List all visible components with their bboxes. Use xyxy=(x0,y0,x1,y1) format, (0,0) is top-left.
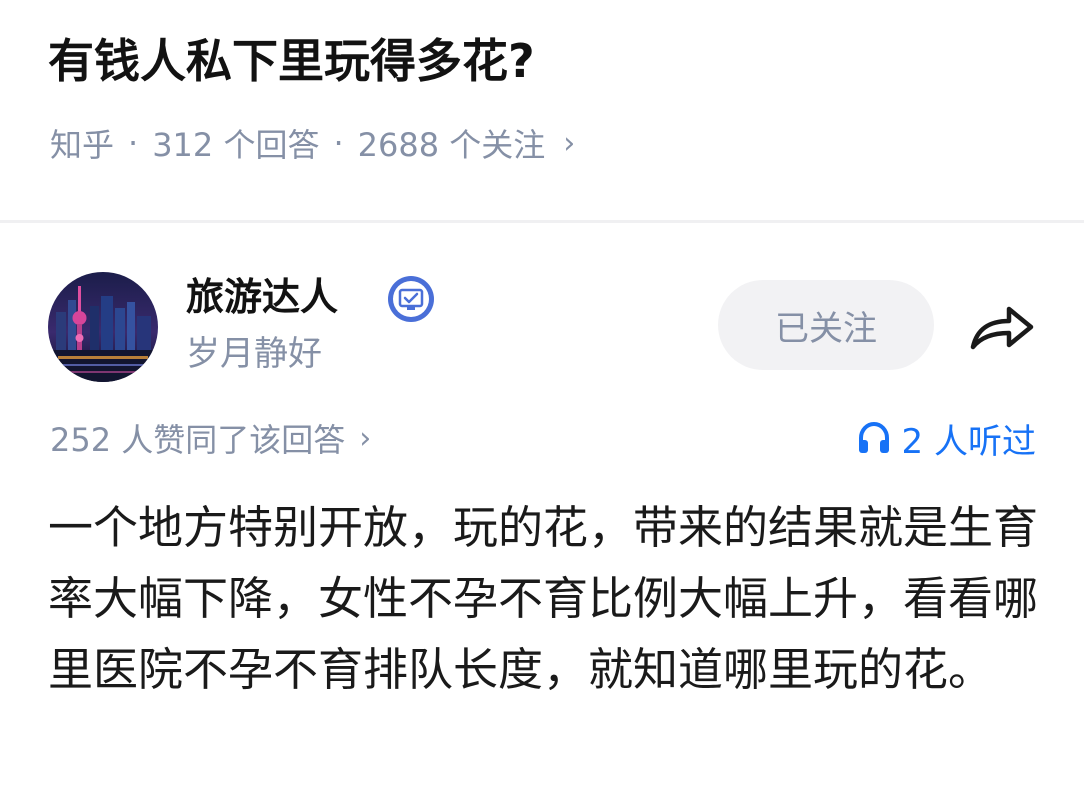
share-arrow-icon xyxy=(970,306,1034,350)
author-avatar[interactable] xyxy=(48,272,158,382)
likes-text: 252 人赞同了该回答 xyxy=(50,421,346,459)
answers-count: 312 个回答 xyxy=(152,126,320,164)
listen-text: 2 人听过 xyxy=(901,421,1036,462)
listen-count[interactable]: 2 人听过 xyxy=(856,412,1036,464)
section-divider xyxy=(0,220,1084,223)
share-button[interactable] xyxy=(962,292,1042,362)
followers-count: 2688 个关注 xyxy=(357,126,546,164)
likes-summary[interactable]: 252 人赞同了该回答 › xyxy=(50,412,371,464)
question-title[interactable]: 有钱人私下里玩得多花? xyxy=(48,28,535,94)
chevron-right-icon: › xyxy=(359,420,372,456)
meta-separator: · xyxy=(128,124,139,162)
follow-button[interactable]: 已关注 xyxy=(718,280,934,370)
author-bio: 岁月静好 xyxy=(186,334,322,374)
chevron-right-icon: › xyxy=(563,125,576,161)
headphones-icon xyxy=(858,421,889,453)
source-label: 知乎 xyxy=(50,126,115,164)
verified-badge-icon xyxy=(386,274,436,324)
author-name[interactable]: 旅游达人 xyxy=(186,270,338,324)
meta-separator: · xyxy=(333,124,344,162)
answer-content[interactable]: 一个地方特别开放，玩的花，带来的结果就是生育率大幅下降，女性不孕不育比例大幅上升… xyxy=(48,492,1038,705)
question-meta[interactable]: 知乎 · 312 个回答 · 2688 个关注 › xyxy=(50,118,575,168)
